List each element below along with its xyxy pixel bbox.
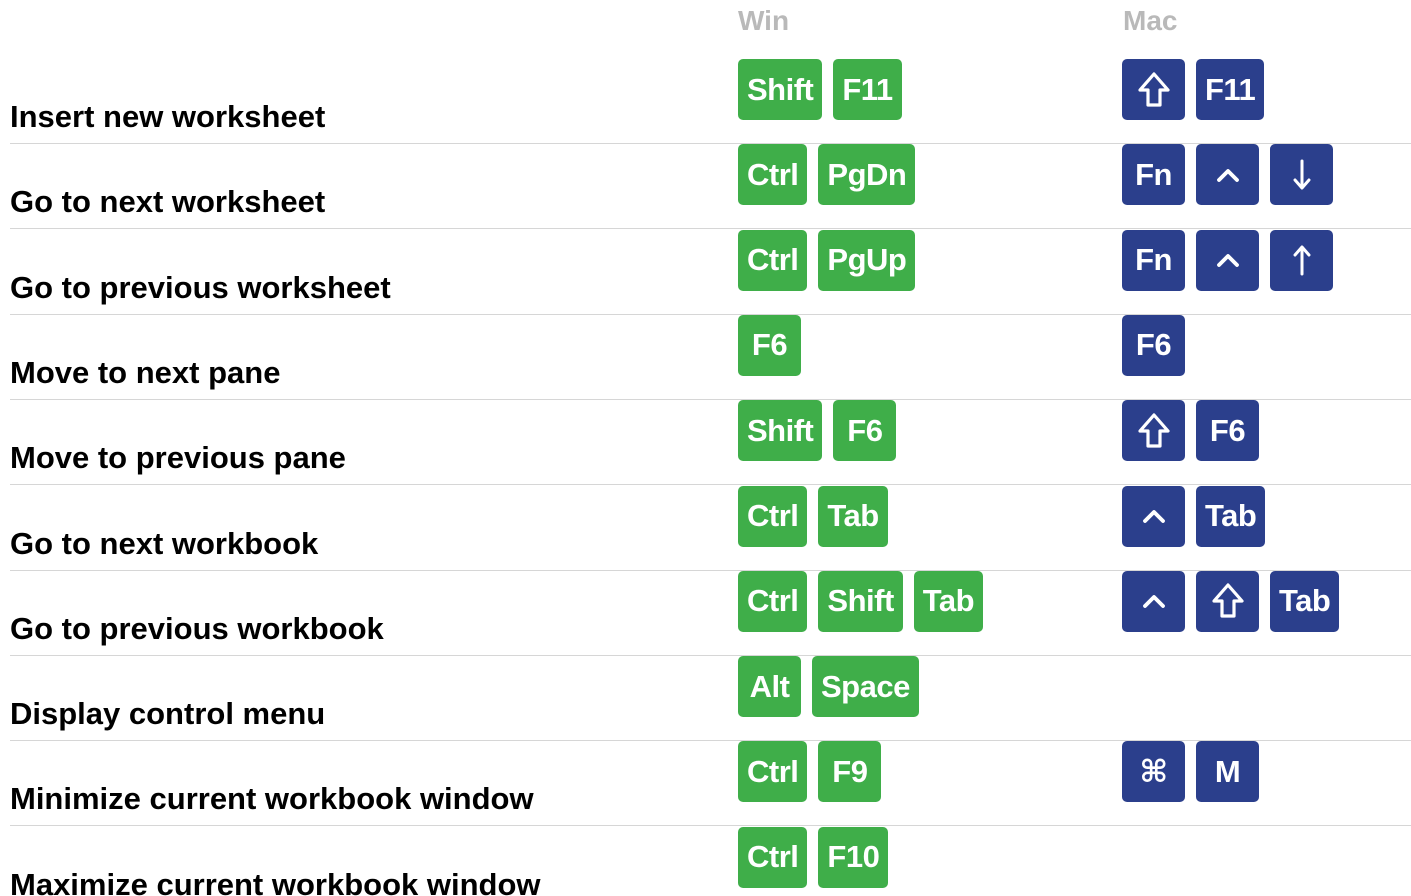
win-keys: Shift F6 [738, 400, 897, 462]
f6-key: F6 [738, 314, 801, 376]
shift-icon [1122, 400, 1185, 462]
win-keys: Ctrl F10 [738, 826, 889, 888]
mac-keys: ⌘ M [1122, 741, 1259, 803]
shortcut-label: Move to previous pane [10, 440, 346, 476]
mac-keys: Tab [1122, 485, 1266, 547]
shortcut-label: Move to next pane [10, 354, 281, 390]
ctrl-key: Ctrl [738, 741, 808, 803]
win-keys: Ctrl Shift Tab [738, 570, 984, 632]
shift-icon [1196, 570, 1259, 632]
f6-key: F6 [1196, 400, 1259, 462]
mac-keys: Tab [1122, 570, 1340, 632]
shortcut-label: Go to previous worksheet [10, 269, 391, 305]
control-icon [1196, 229, 1259, 291]
f10-key: F10 [818, 826, 889, 888]
shortcut-row-insert-new-worksheet: Insert new worksheet Shift F11 F11 [0, 59, 1411, 144]
shortcut-label: Go to next worksheet [10, 184, 326, 220]
shortcut-label: Insert new worksheet [10, 99, 326, 134]
f6-key: F6 [1122, 314, 1185, 376]
shortcut-row-go-to-next-workbook: Go to next workbook Ctrl Tab Tab [0, 485, 1411, 571]
mac-keys: F6 [1122, 314, 1185, 376]
m-key: M [1196, 741, 1259, 803]
space-key: Space [812, 656, 919, 718]
tab-key: Tab [1270, 570, 1340, 632]
pgdn-key: PgDn [818, 144, 916, 206]
tab-key: Tab [818, 485, 888, 547]
tab-key: Tab [913, 570, 984, 632]
mac-keys: F6 [1122, 400, 1259, 462]
shortcut-table: Win Mac Insert new worksheet Shift F11 F11 G… [0, 0, 1411, 896]
win-keys: Ctrl Tab [738, 485, 888, 547]
arrow-down-icon [1270, 144, 1333, 206]
fn-key: Fn [1122, 229, 1185, 291]
control-icon [1122, 485, 1185, 547]
win-keys: Ctrl PgDn [738, 144, 916, 206]
control-icon [1196, 144, 1259, 206]
shift-key: Shift [738, 400, 823, 462]
tab-key: Tab [1196, 485, 1266, 547]
win-keys: Ctrl F9 [738, 741, 882, 803]
arrow-up-icon [1270, 229, 1333, 291]
ctrl-key: Ctrl [738, 826, 808, 888]
shift-key: Shift [738, 59, 823, 120]
control-icon [1122, 570, 1185, 632]
ctrl-key: Ctrl [738, 144, 808, 206]
f9-key: F9 [818, 741, 882, 803]
shortcut-row-maximize-current-workbook-window: Maximize current workbook window Ctrl F10 [0, 826, 1411, 896]
pgup-key: PgUp [818, 229, 916, 291]
shortcut-row-go-to-previous-worksheet: Go to previous worksheet Ctrl PgUp Fn [0, 229, 1411, 315]
shortcut-row-minimize-current-workbook-window: Minimize current workbook window Ctrl F9 ⌘ M [0, 741, 1411, 827]
command-icon: ⌘ [1122, 741, 1185, 803]
shift-key: Shift [818, 570, 903, 632]
shortcut-label: Display control menu [10, 696, 326, 732]
shortcut-label: Maximize current workbook window [10, 866, 541, 896]
mac-keys: Fn [1122, 144, 1333, 206]
fn-key: Fn [1122, 144, 1185, 206]
mac-column-header: Mac [1123, 5, 1178, 36]
f11-key: F11 [833, 59, 902, 120]
shortcut-row-move-to-previous-pane: Move to previous pane Shift F6 F6 [0, 400, 1411, 486]
shortcut-label: Go to next workbook [10, 525, 319, 561]
mac-keys: Fn [1122, 229, 1333, 291]
ctrl-key: Ctrl [738, 570, 808, 632]
win-keys: Ctrl PgUp [738, 229, 916, 291]
win-keys: Shift F11 [738, 59, 902, 120]
win-column-header: Win [738, 5, 790, 36]
shortcut-row-display-control-menu: Display control menu Alt Space [0, 656, 1411, 742]
f6-key: F6 [833, 400, 897, 462]
ctrl-key: Ctrl [738, 485, 808, 547]
mac-keys: F11 [1122, 59, 1265, 120]
shortcut-row-go-to-next-worksheet: Go to next worksheet Ctrl PgDn Fn [0, 144, 1411, 230]
win-keys: Alt Space [738, 656, 919, 718]
shortcut-row-go-to-previous-workbook: Go to previous workbook Ctrl Shift Tab Tab [0, 570, 1411, 656]
ctrl-key: Ctrl [738, 229, 808, 291]
win-keys: F6 [738, 314, 801, 376]
f11-key: F11 [1196, 59, 1265, 120]
shift-icon [1122, 59, 1185, 120]
shortcut-label: Go to previous workbook [10, 610, 384, 646]
shortcut-row-move-to-next-pane: Move to next pane F6 F6 [0, 314, 1411, 400]
shortcut-label: Minimize current workbook window [10, 781, 534, 817]
alt-key: Alt [738, 656, 801, 718]
